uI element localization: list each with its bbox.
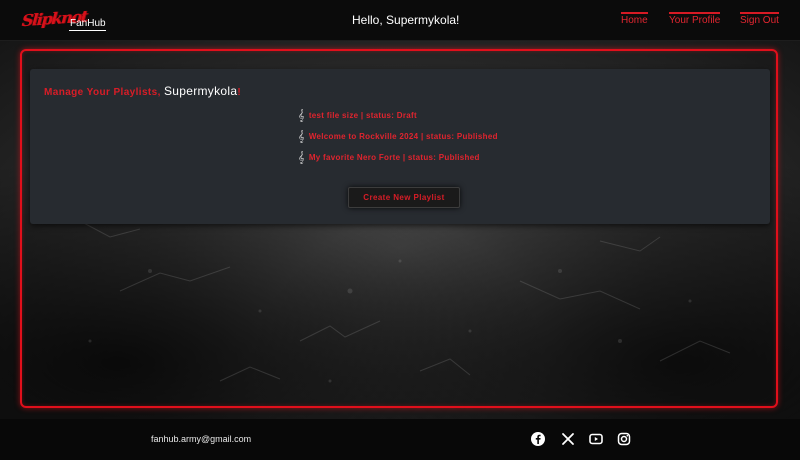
playlist-item[interactable]: 𝄞 Welcome to Rockville 2024 | status: Pub…	[298, 131, 498, 144]
footer-email[interactable]: fanhub.army@gmail.com	[151, 434, 251, 444]
playlist-label: Welcome to Rockville 2024 | status: Publ…	[308, 132, 498, 141]
site-footer: fanhub.army@gmail.com	[0, 419, 800, 460]
nav-your-profile-link[interactable]: Your Profile	[669, 12, 721, 26]
treble-clef-icon: 𝄞	[298, 110, 305, 122]
playlist-label: My favorite Nero Forte | status: Publish…	[308, 153, 480, 162]
x-icon[interactable]	[560, 431, 576, 447]
greeting-username: Supermykola!	[386, 13, 460, 27]
panel-title-username: Supermykola	[163, 84, 238, 98]
logo-fanhub-text: FanHub	[69, 18, 106, 31]
playlist-item[interactable]: 𝄞 test file size | status: Draft	[298, 110, 417, 123]
treble-clef-icon: 𝄞	[298, 152, 305, 164]
nav-sign-out-link[interactable]: Sign Out	[740, 12, 779, 26]
greeting: Hello, Supermykola!	[352, 13, 459, 27]
slipknot-fanhub-logo[interactable]: Slipknot FanHub	[21, 7, 106, 33]
youtube-icon[interactable]	[588, 431, 604, 447]
playlist-label: test file size | status: Draft	[308, 111, 417, 120]
panel-title-prefix: Manage Your Playlists,	[44, 87, 164, 98]
playlists-panel: Manage Your Playlists, Supermykola! 𝄞 tes…	[30, 69, 770, 224]
playlist-item[interactable]: 𝄞 My favorite Nero Forte | status: Publis…	[298, 152, 480, 165]
facebook-icon[interactable]	[530, 431, 546, 447]
panel-title: Manage Your Playlists, Supermykola!	[44, 84, 241, 98]
site-header: Slipknot FanHub Hello, Supermykola! Home…	[0, 0, 800, 41]
create-new-playlist-button[interactable]: Create New Playlist	[348, 187, 460, 208]
greeting-prefix: Hello,	[352, 13, 387, 27]
panel-title-suffix: !	[237, 87, 242, 98]
instagram-icon[interactable]	[616, 431, 632, 447]
main-content: Manage Your Playlists, Supermykola! 𝄞 tes…	[0, 41, 800, 419]
treble-clef-icon: 𝄞	[298, 131, 305, 143]
nav-home-link[interactable]: Home	[621, 12, 648, 26]
